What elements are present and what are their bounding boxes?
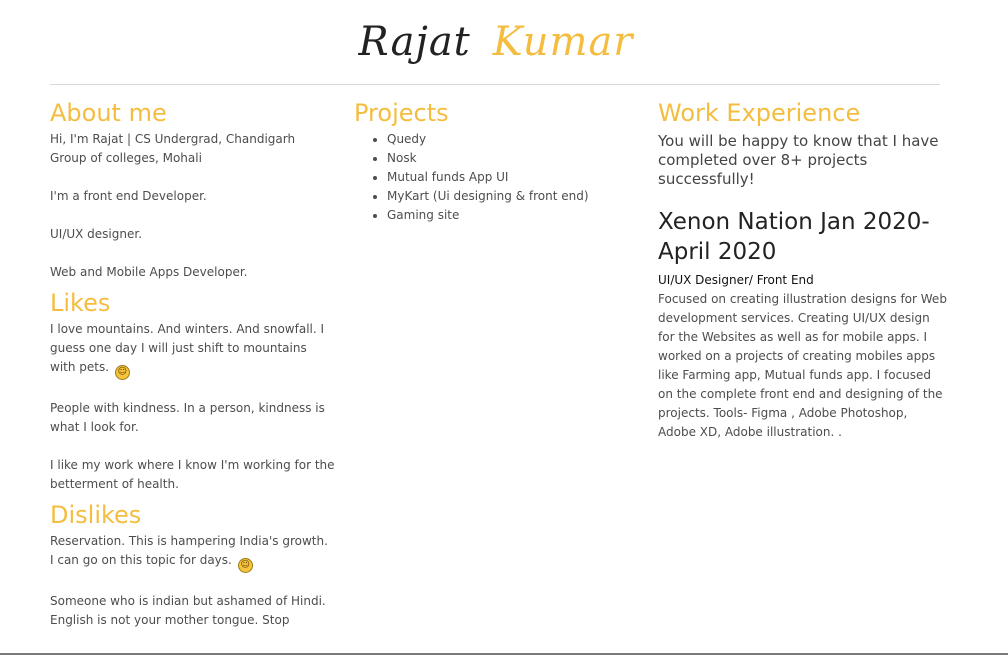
- project-item: Nosk: [387, 149, 644, 168]
- job-role: UI/UX Designer/ Front End: [658, 273, 814, 287]
- column-middle: Projects Quedy Nosk Mutual funds App UI …: [354, 96, 644, 225]
- likes-text: I love mountains. And winters. And snowf…: [50, 322, 325, 374]
- dislikes-paragraph: Reservation. This is hampering India's g…: [50, 532, 335, 573]
- project-item: MyKart (Ui designing & front end): [387, 187, 644, 206]
- dislikes-title: Dislikes: [50, 501, 142, 529]
- project-item: Mutual funds App UI: [387, 168, 644, 187]
- likes-title: Likes: [50, 289, 111, 317]
- about-paragraph: Web and Mobile Apps Developer.: [50, 265, 248, 279]
- projects-list: Quedy Nosk Mutual funds App UI MyKart (U…: [354, 130, 644, 225]
- logo-name: Rajat Kumar: [359, 14, 634, 70]
- likes-paragraph: I like my work where I know I'm working …: [50, 458, 335, 491]
- job-title: Xenon Nation Jan 2020-April 2020: [658, 209, 930, 265]
- logo-last-name: Kumar: [492, 19, 634, 65]
- about-paragraph: I'm a front end Developer.: [50, 189, 207, 203]
- project-item: Gaming site: [387, 206, 644, 225]
- column-right: Work Experience You will be happy to kno…: [658, 96, 948, 442]
- about-paragraph: UI/UX designer.: [50, 227, 143, 241]
- column-left: About me Hi, I'm Rajat | CS Undergrad, C…: [50, 96, 335, 630]
- logo-first-name: Rajat: [358, 19, 471, 65]
- smiley-emoji-icon: ☺: [114, 365, 130, 380]
- about-title: About me: [50, 99, 167, 127]
- smiley-emoji-icon: ☺: [237, 558, 253, 573]
- likes-paragraph: I love mountains. And winters. And snowf…: [50, 320, 335, 380]
- work-title: Work Experience: [658, 99, 861, 127]
- about-paragraph: Hi, I'm Rajat | CS Undergrad, Chandigarh…: [50, 132, 296, 165]
- projects-title: Projects: [354, 99, 449, 127]
- header-divider: [50, 84, 940, 85]
- dislikes-text: Reservation. This is hampering India's g…: [50, 534, 328, 567]
- job-description: Focused on creating illustration designs…: [658, 292, 947, 439]
- likes-paragraph: People with kindness. In a person, kindn…: [50, 401, 325, 434]
- site-header: Rajat Kumar: [0, 14, 1008, 74]
- dislikes-paragraph: Someone who is indian but ashamed of Hin…: [50, 594, 326, 627]
- work-intro: You will be happy to know that I have co…: [658, 132, 939, 188]
- project-item: Quedy: [387, 130, 644, 149]
